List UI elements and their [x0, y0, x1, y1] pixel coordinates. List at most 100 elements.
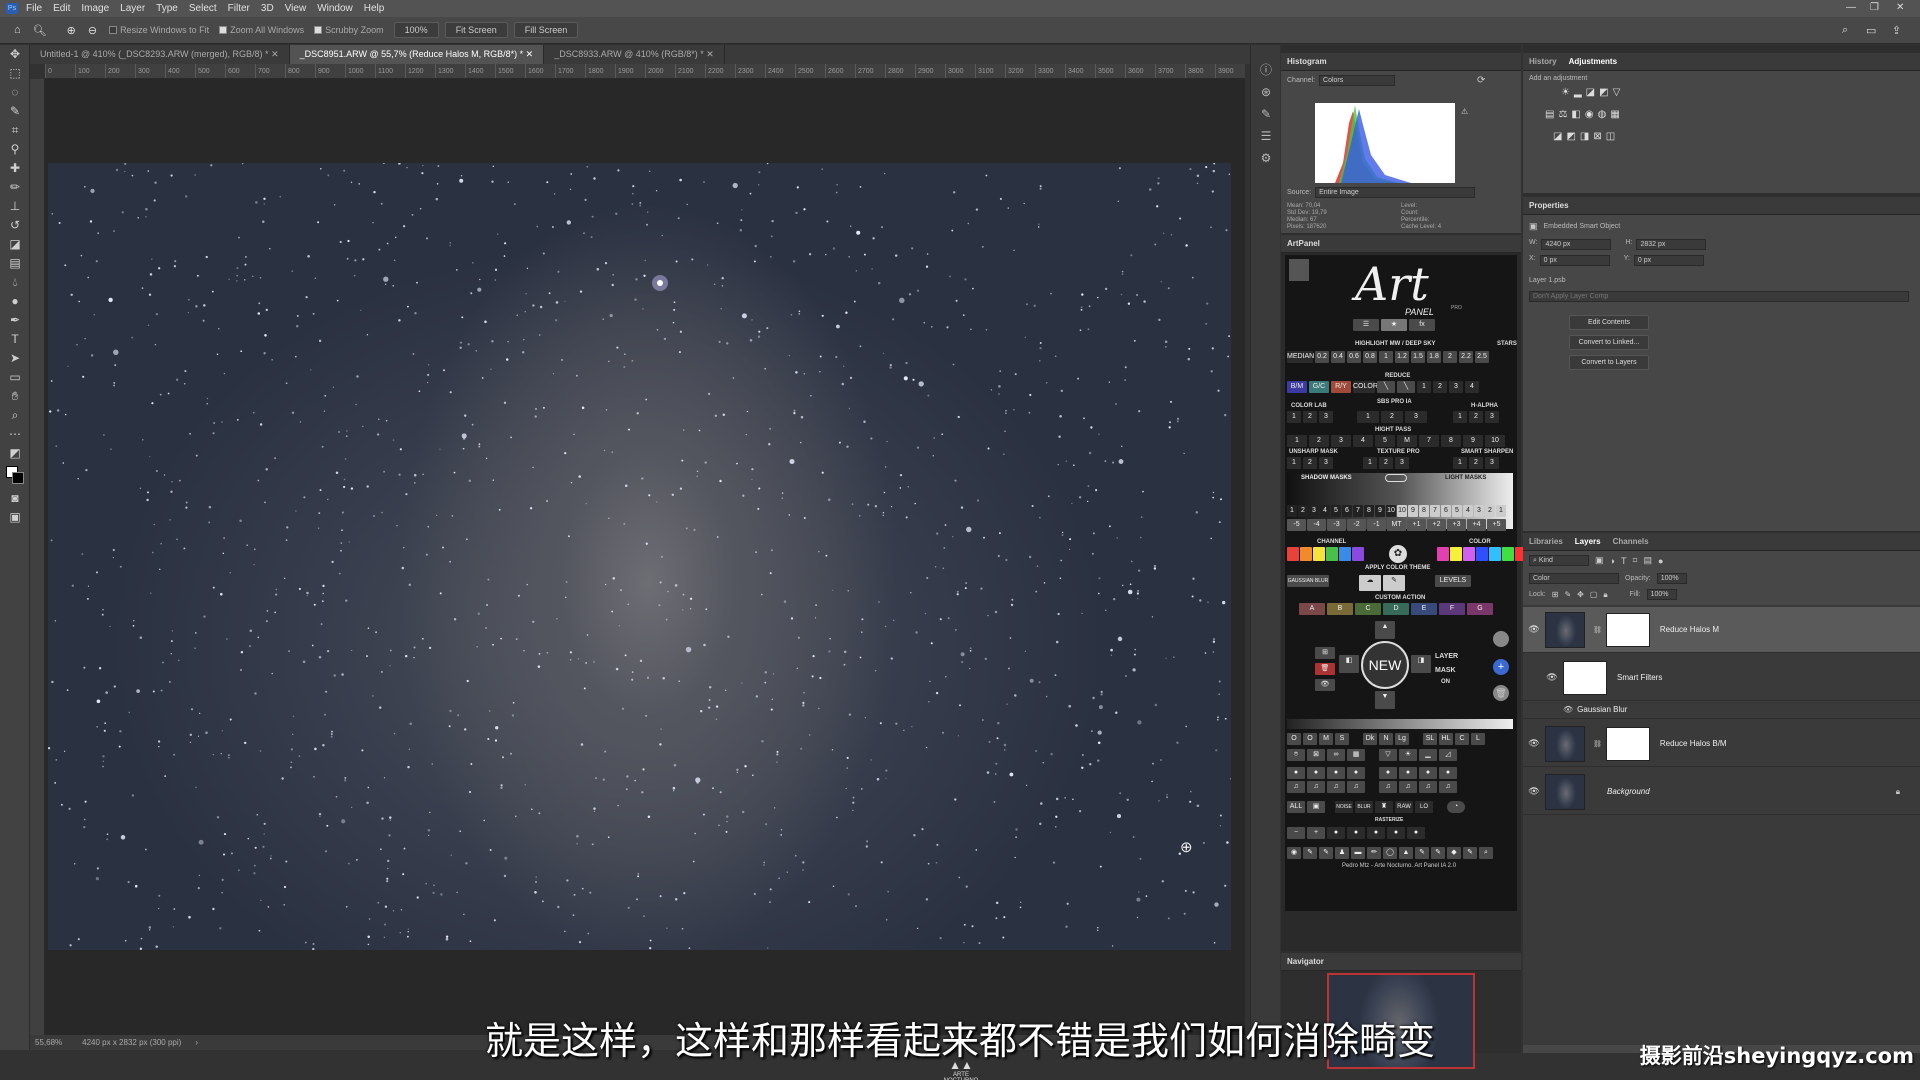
halpha-button[interactable]: 3 — [1485, 411, 1499, 423]
art-trash-icon[interactable]: 🗑︎ — [1493, 685, 1509, 701]
layer-mask-thumbnail[interactable] — [1605, 726, 1650, 761]
letter-button[interactable]: O — [1303, 733, 1317, 745]
letter-button[interactable]: O — [1287, 733, 1301, 745]
hp-button[interactable]: 5 — [1375, 435, 1395, 447]
edit-contents-button[interactable]: Edit Contents — [1569, 315, 1649, 330]
share-icon[interactable]: ⇪ — [1892, 24, 1901, 37]
tab-dsc8951[interactable]: _DSC8951.ARW @ 55,7% (Reduce Halos M, RG… — [289, 45, 545, 64]
gauge-icon[interactable]: ◔ — [1447, 801, 1465, 813]
filter-adjust-icon[interactable]: ◑ — [1610, 556, 1615, 566]
eyedropper-tool-icon[interactable]: ⚲ — [0, 140, 30, 159]
healing-tool-icon[interactable]: ✚ — [0, 159, 30, 178]
hp-button[interactable]: 4 — [1353, 435, 1373, 447]
mode-star-icon[interactable]: ★ — [1381, 319, 1407, 331]
mode-sliders-icon[interactable]: ☰ — [1353, 319, 1379, 331]
sun-icon[interactable]: ☀ — [1399, 749, 1417, 761]
mask-number-button[interactable]: 2 — [1485, 505, 1495, 517]
exposure-icon[interactable]: ◩ — [1599, 87, 1608, 98]
hl-button[interactable]: 1.2 — [1395, 351, 1409, 363]
theme-brush-icon[interactable]: ✎ — [1383, 575, 1405, 591]
letter-button[interactable]: SL — [1423, 733, 1437, 745]
tool-icon[interactable]: ◯ — [1383, 847, 1397, 859]
dot-button[interactable]: ● — [1439, 767, 1457, 779]
mask-number-button[interactable]: 5 — [1331, 505, 1341, 517]
select-icon[interactable]: ▣ — [1307, 801, 1325, 813]
grid-icon[interactable]: ▦ — [1347, 749, 1365, 761]
new-button[interactable]: NEW — [1361, 641, 1409, 689]
restore-icon[interactable]: ❐ — [1870, 2, 1879, 13]
reduce-brush2-icon[interactable]: ╲ — [1397, 381, 1415, 393]
music-icon[interactable]: ♫ — [1327, 781, 1345, 793]
blend-mode-select[interactable]: Color — [1529, 573, 1619, 584]
zoom-all-checkbox[interactable]: Zoom All Windows — [219, 25, 304, 35]
letter-button[interactable]: S — [1335, 733, 1349, 745]
hl-button[interactable]: 0.8 — [1363, 351, 1377, 363]
fill-field[interactable]: 100% — [1646, 589, 1677, 600]
minus-icon[interactable]: − — [1287, 827, 1305, 839]
mask-adjust-button[interactable]: -5 — [1287, 519, 1306, 531]
action-g-button[interactable]: G — [1467, 603, 1493, 615]
properties-strip-icon[interactable]: ⚙ — [1251, 147, 1281, 169]
channel-select[interactable]: Colors — [1319, 75, 1396, 86]
action-c-button[interactable]: C — [1355, 603, 1381, 615]
action-e-button[interactable]: E — [1411, 603, 1437, 615]
stamp-tool-icon[interactable]: ⊥ — [0, 197, 30, 216]
frame-icon[interactable]: ⊠ — [1307, 749, 1325, 761]
tool-icon[interactable]: ✏ — [1367, 847, 1381, 859]
tab-dsc8933[interactable]: _DSC8933.ARW @ 410% (RGB/8*) * ✕ — [544, 45, 725, 64]
menu-edit[interactable]: Edit — [53, 3, 70, 14]
artpanel-title[interactable]: ArtPanel — [1287, 239, 1320, 248]
action-d-button[interactable]: D — [1383, 603, 1409, 615]
move-tool-icon[interactable]: ✥ — [0, 45, 30, 64]
art-circle-icon[interactable] — [1493, 631, 1509, 647]
art-plus-box-icon[interactable]: ⊞ — [1315, 647, 1335, 659]
reduce-ry-button[interactable]: R/Y — [1331, 381, 1351, 393]
search-icon[interactable]: ⌕ — [1842, 24, 1848, 37]
smart-filters-row[interactable]: 👁︎ Smart Filters — [1523, 655, 1920, 701]
mask-adjust-button[interactable]: -4 — [1307, 519, 1326, 531]
hl-button[interactable]: 2.5 — [1475, 351, 1489, 363]
filter-shape-icon[interactable]: ⌗ — [1632, 555, 1637, 566]
filter-pixel-icon[interactable]: ▣ — [1595, 555, 1604, 566]
hl-button[interactable]: 2.2 — [1459, 351, 1473, 363]
action-b-button[interactable]: B — [1327, 603, 1353, 615]
blur-tool-icon[interactable]: 💧︎ — [0, 273, 30, 292]
reduce-num-button[interactable]: 4 — [1465, 381, 1479, 393]
dot-button[interactable]: ● — [1307, 767, 1325, 779]
hp-button[interactable]: 1 — [1287, 435, 1307, 447]
unsharp-button[interactable]: 1 — [1287, 457, 1301, 469]
tool-icon[interactable]: ✎ — [1431, 847, 1445, 859]
stamp-art-icon[interactable]: ♜ — [1375, 801, 1393, 813]
zoom-tool-icon[interactable]: 🔍︎ — [33, 24, 47, 37]
blur-button[interactable]: BLUR — [1355, 801, 1373, 813]
letter-button[interactable]: Lg — [1395, 733, 1409, 745]
layer-kind-filter[interactable]: ⌕ Kind — [1529, 555, 1589, 566]
gradient-tool-icon[interactable]: ▤ — [0, 254, 30, 273]
dot-button[interactable]: ● — [1399, 767, 1417, 779]
more-tools-icon[interactable]: ⋯ — [0, 425, 30, 444]
levels-adj-icon[interactable]: ▂ — [1574, 87, 1582, 98]
raw-button[interactable]: RAW — [1395, 801, 1413, 813]
tool-icon[interactable]: ✎ — [1463, 847, 1477, 859]
close-icon[interactable]: ✕ — [1896, 2, 1904, 13]
histogram-title[interactable]: Histogram — [1287, 57, 1327, 66]
triangle-icon[interactable]: ▽ — [1379, 749, 1397, 761]
tool-icon[interactable]: ◉ — [1287, 847, 1301, 859]
hp-button[interactable]: 10 — [1485, 435, 1505, 447]
mask-number-button[interactable]: 10 — [1386, 505, 1396, 517]
color-swatch-button[interactable] — [1352, 547, 1364, 561]
reduce-gc-button[interactable]: G/C — [1309, 381, 1329, 393]
color-balance-icon[interactable]: ⚖ — [1558, 109, 1567, 120]
pen-tool-icon[interactable]: ✒ — [0, 311, 30, 330]
brush-settings-icon[interactable]: ✎ — [1251, 103, 1281, 125]
selective-color-icon[interactable]: ◫ — [1606, 131, 1615, 142]
color-swatch-button[interactable] — [1476, 547, 1488, 561]
tab-history[interactable]: History — [1529, 57, 1557, 66]
plus-icon[interactable]: + — [1307, 827, 1325, 839]
tool-icon[interactable]: ✎ — [1415, 847, 1429, 859]
mask-number-button[interactable]: 6 — [1342, 505, 1352, 517]
artpanel-menu-icon[interactable] — [1289, 259, 1309, 281]
letter-button[interactable]: L — [1471, 733, 1485, 745]
filter-smart-icon[interactable]: ▤ — [1644, 555, 1653, 566]
menu-help[interactable]: Help — [364, 3, 385, 14]
